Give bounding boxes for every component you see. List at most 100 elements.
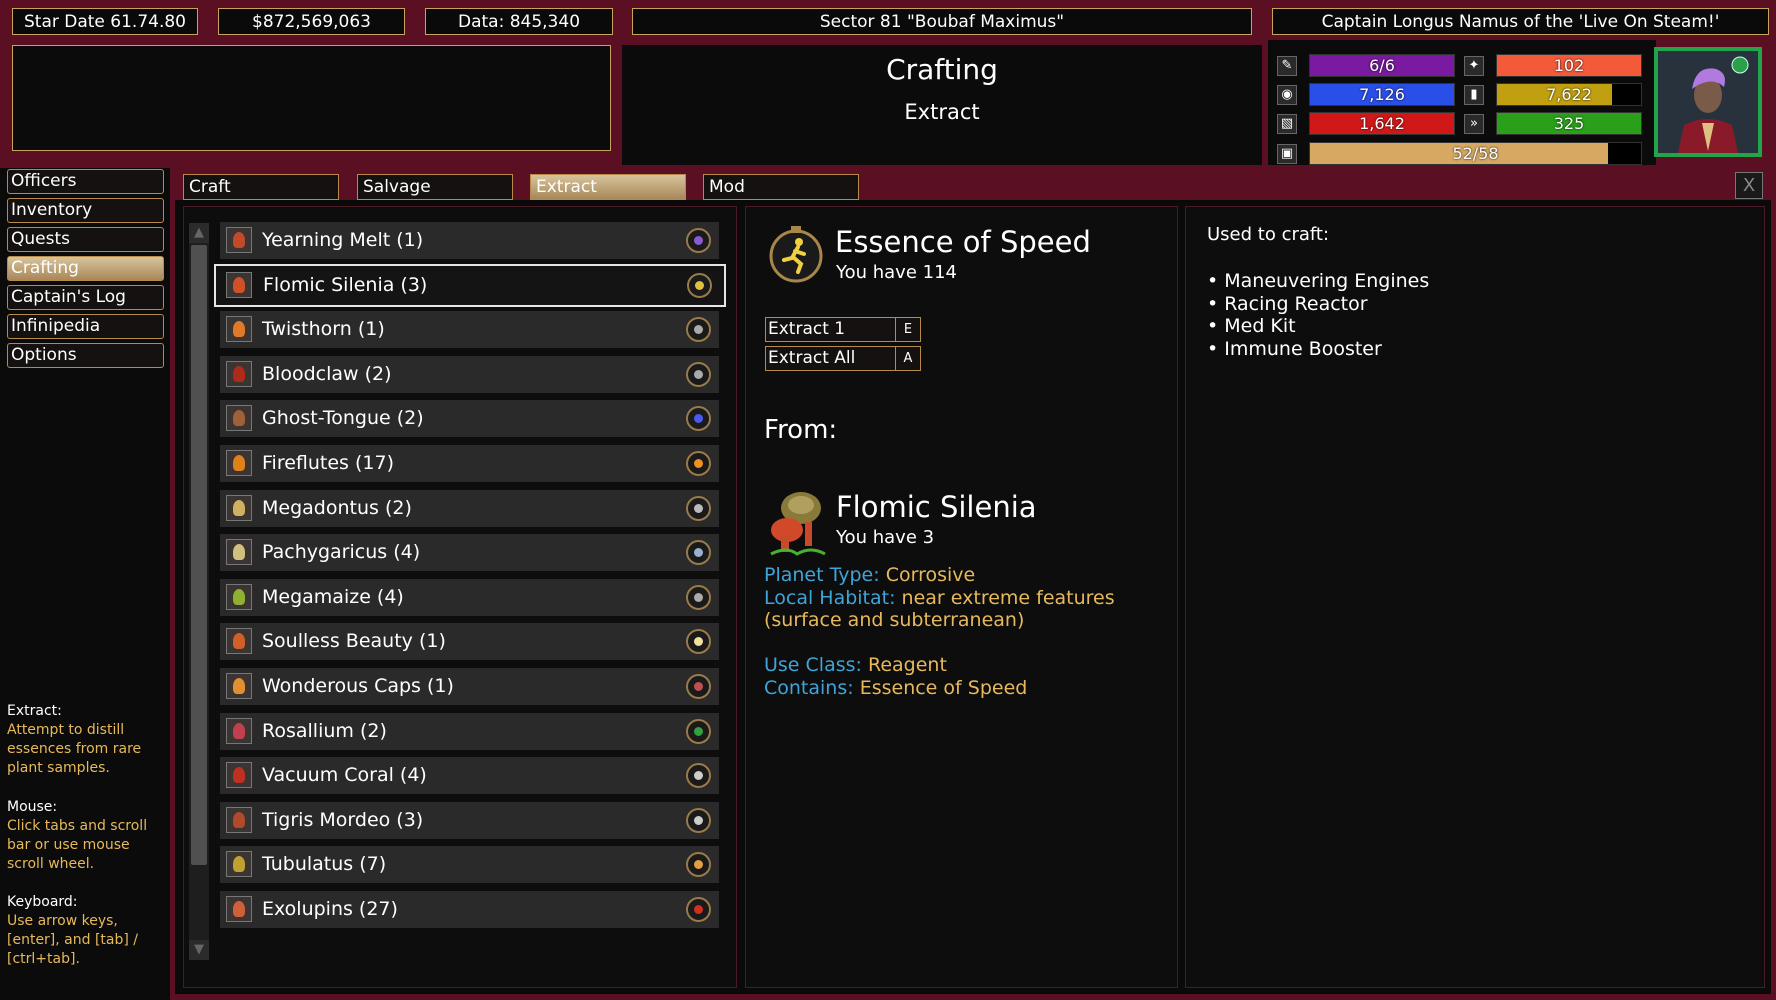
nav-options[interactable]: Options bbox=[7, 343, 164, 368]
extract-all-label: Extract All bbox=[768, 348, 856, 368]
cargo-icon: ▣ bbox=[1277, 144, 1297, 164]
captain-avatar-icon bbox=[1658, 51, 1758, 153]
contains-value: Essence of Speed bbox=[859, 677, 1028, 699]
plant-icon bbox=[226, 271, 252, 298]
extract-all-key: A bbox=[895, 347, 920, 370]
essence-icon bbox=[686, 852, 711, 878]
avatar bbox=[1658, 51, 1758, 153]
plant-list-item[interactable]: Twisthorn (1) bbox=[220, 311, 719, 349]
essence-count: You have 114 bbox=[836, 262, 957, 283]
extract-all-button[interactable]: Extract All A bbox=[765, 346, 921, 371]
help-extract-heading: Extract: bbox=[7, 703, 62, 719]
plant-list-item[interactable]: Wonderous Caps (1) bbox=[220, 668, 719, 705]
nav-crafting[interactable]: Crafting bbox=[7, 256, 164, 281]
planet-type-label: Planet Type: bbox=[764, 564, 880, 586]
stat-value: 325 bbox=[1553, 114, 1585, 133]
page-title: Crafting bbox=[886, 53, 998, 86]
plant-icon bbox=[226, 539, 252, 566]
craft-result-item: • Med Kit bbox=[1207, 315, 1296, 337]
nav-quests[interactable]: Quests bbox=[7, 227, 164, 252]
stat-bar: 7,622 bbox=[1496, 83, 1642, 106]
plant-icon bbox=[226, 405, 252, 432]
nav-infinipedia[interactable]: Infinipedia bbox=[7, 314, 164, 339]
list-scrollbar[interactable]: ▲ ▼ bbox=[189, 223, 209, 960]
essence-of-speed-icon bbox=[769, 226, 823, 283]
plant-icon bbox=[226, 583, 252, 610]
scroll-up-icon[interactable]: ▲ bbox=[189, 223, 209, 243]
plant-list-item[interactable]: Vacuum Coral (4) bbox=[220, 757, 719, 795]
used-to-craft-title: Used to craft: bbox=[1207, 224, 1330, 245]
essence-icon bbox=[686, 317, 711, 343]
from-heading: From: bbox=[764, 415, 838, 445]
captain-display: Captain Longus Namus of the 'Live On Ste… bbox=[1272, 8, 1769, 35]
stat-value: 52/58 bbox=[1452, 144, 1499, 163]
plant-list-item[interactable]: Megadontus (2) bbox=[220, 489, 719, 527]
tab-salvage[interactable]: Salvage bbox=[357, 174, 513, 200]
plant-list-item[interactable]: Ghost-Tongue (2) bbox=[220, 400, 719, 438]
plant-name: Flomic Silenia bbox=[836, 490, 1037, 524]
scroll-thumb[interactable] bbox=[191, 245, 207, 865]
help-extract: Extract: Attempt to distill essences fro… bbox=[7, 702, 167, 778]
credits-display: $872,569,063 bbox=[218, 8, 405, 35]
flomic-silenia-icon bbox=[770, 492, 826, 556]
nav-officers[interactable]: Officers bbox=[7, 169, 164, 194]
plant-list-item[interactable]: Flomic Silenia (3) bbox=[214, 263, 726, 307]
scroll-down-icon[interactable]: ▼ bbox=[189, 940, 209, 960]
sector-display: Sector 81 "Boubaf Maximus" bbox=[632, 8, 1252, 35]
close-button[interactable]: X bbox=[1735, 172, 1763, 199]
use-class-row: Use Class: Reagent bbox=[764, 654, 947, 676]
contains-row: Contains: Essence of Speed bbox=[764, 677, 1027, 699]
help-mouse-heading: Mouse: bbox=[7, 799, 58, 815]
crew-icon: ✎ bbox=[1277, 56, 1297, 76]
help-keyboard-body: Use arrow keys, [enter], and [tab] / [ct… bbox=[7, 913, 139, 967]
plant-list-item[interactable]: Tigris Mordeo (3) bbox=[220, 801, 719, 839]
help-keyboard: Keyboard: Use arrow keys, [enter], and [… bbox=[7, 893, 167, 969]
plant-list-item[interactable]: Exolupins (27) bbox=[220, 891, 719, 928]
help-keyboard-heading: Keyboard: bbox=[7, 894, 78, 910]
plant-count: You have 3 bbox=[836, 527, 935, 548]
plant-list-item[interactable]: Fireflutes (17) bbox=[220, 445, 719, 482]
speed-icon: » bbox=[1464, 114, 1484, 134]
plant-name-label: Ghost-Tongue (2) bbox=[262, 407, 424, 430]
plant-list-item[interactable]: Soulless Beauty (1) bbox=[220, 623, 719, 661]
tab-craft[interactable]: Craft bbox=[183, 174, 339, 200]
essence-icon bbox=[686, 451, 711, 476]
help-extract-body: Attempt to distill essences from rare pl… bbox=[7, 722, 142, 776]
plant-list-item[interactable]: Bloodclaw (2) bbox=[220, 355, 719, 393]
habitat-row-2: (surface and subterranean) bbox=[764, 609, 1024, 631]
essence-icon bbox=[687, 272, 712, 298]
use-class-value: Reagent bbox=[867, 654, 947, 676]
nav-inventory[interactable]: Inventory bbox=[7, 198, 164, 223]
plant-list-item[interactable]: Megamaize (4) bbox=[220, 578, 719, 616]
data-display: Data: 845,340 bbox=[425, 8, 613, 35]
nav-captain-s-log[interactable]: Captain's Log bbox=[7, 285, 164, 310]
extract-one-button[interactable]: Extract 1 E bbox=[765, 317, 921, 342]
essence-icon bbox=[686, 540, 711, 566]
craft-result-item: • Racing Reactor bbox=[1207, 292, 1368, 315]
plant-list-item[interactable]: Rosallium (2) bbox=[220, 712, 719, 750]
contains-label: Contains: bbox=[764, 677, 854, 699]
plant-name-label: Vacuum Coral (4) bbox=[262, 764, 427, 787]
plant-list-item[interactable]: Pachygaricus (4) bbox=[220, 534, 719, 572]
extract-one-key: E bbox=[895, 318, 920, 341]
tab-extract[interactable]: Extract bbox=[530, 174, 686, 200]
fuel-icon: ✦ bbox=[1464, 56, 1484, 76]
essence-icon bbox=[686, 495, 711, 521]
plant-icon bbox=[226, 896, 252, 922]
supplies-icon: ▮ bbox=[1464, 85, 1484, 105]
habitat-label: Local Habitat: bbox=[764, 587, 896, 609]
planet-type-row: Planet Type: Corrosive bbox=[764, 564, 975, 586]
captain-portrait[interactable] bbox=[1654, 47, 1762, 157]
essence-icon bbox=[686, 406, 711, 432]
plant-list-item[interactable]: Yearning Melt (1) bbox=[220, 222, 719, 259]
page-subtitle: Extract bbox=[904, 100, 980, 124]
plant-name-label: Tubulatus (7) bbox=[262, 853, 387, 876]
plant-name-label: Megadontus (2) bbox=[262, 496, 412, 519]
stat-value: 102 bbox=[1553, 56, 1585, 75]
stat-value: 7,126 bbox=[1359, 85, 1405, 104]
tab-mod[interactable]: Mod bbox=[703, 174, 859, 200]
stardate-display: Star Date 61.74.80 bbox=[12, 8, 198, 35]
plant-icon bbox=[226, 450, 252, 476]
plant-list-item[interactable]: Tubulatus (7) bbox=[220, 846, 719, 884]
plant-name-label: Megamaize (4) bbox=[262, 585, 404, 608]
